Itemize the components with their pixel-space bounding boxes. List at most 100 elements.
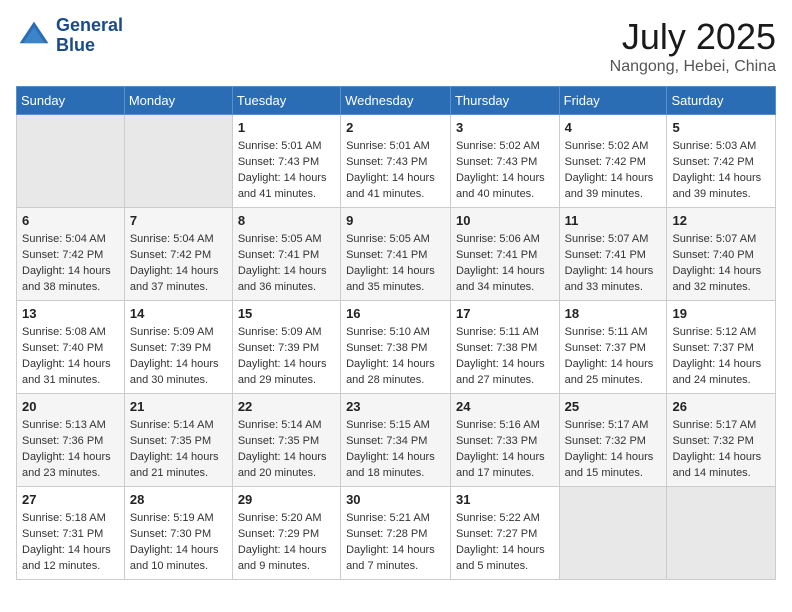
day-number: 30 [346, 491, 445, 509]
weekday-header-wednesday: Wednesday [341, 87, 451, 115]
calendar-day: 31 Sunrise: 5:22 AMSunset: 7:27 PMDayligh… [450, 486, 559, 579]
day-info: Sunrise: 5:22 AMSunset: 7:27 PMDaylight:… [456, 512, 545, 572]
calendar-day: 15Sunrise: 5:09 AMSunset: 7:39 PMDayligh… [232, 300, 340, 393]
calendar-week-3: 13 Sunrise: 5:08 AMSunset: 7:40 PMDayligh… [17, 300, 776, 393]
calendar-day: 24 Sunrise: 5:16 AMSunset: 7:33 PMDayligh… [450, 393, 559, 486]
day-info: Sunrise: 5:19 AMSunset: 7:30 PMDaylight:… [130, 512, 219, 572]
day-number: 6 [22, 212, 119, 230]
logo-line2: Blue [56, 36, 123, 56]
day-number: 18 [565, 305, 662, 323]
calendar-day: 25 Sunrise: 5:17 AMSunset: 7:32 PMDayligh… [559, 393, 667, 486]
calendar-day: 3Sunrise: 5:02 AMSunset: 7:43 PMDaylight… [450, 115, 559, 208]
day-info: Sunrise: 5:05 AMSunset: 7:41 PMDaylight:… [346, 233, 435, 293]
day-number: 27 [22, 491, 119, 509]
logo-line1: General [56, 16, 123, 36]
calendar-day: 13 Sunrise: 5:08 AMSunset: 7:40 PMDayligh… [17, 300, 125, 393]
calendar-day: 11 Sunrise: 5:07 AMSunset: 7:41 PMDayligh… [559, 207, 667, 300]
calendar-day: 18Sunrise: 5:11 AMSunset: 7:37 PMDayligh… [559, 300, 667, 393]
calendar-day: 9 Sunrise: 5:05 AMSunset: 7:41 PMDaylight… [341, 207, 451, 300]
day-info: Sunrise: 5:02 AMSunset: 7:42 PMDaylight:… [565, 140, 654, 200]
day-number: 7 [130, 212, 227, 230]
calendar-day: 26 Sunrise: 5:17 AMSunset: 7:32 PMDayligh… [667, 393, 776, 486]
month-title: July 2025 [610, 16, 776, 58]
weekday-header-tuesday: Tuesday [232, 87, 340, 115]
weekday-header-monday: Monday [124, 87, 232, 115]
day-info: Sunrise: 5:17 AMSunset: 7:32 PMDaylight:… [672, 419, 761, 479]
calendar-body: 1 Sunrise: 5:01 AMSunset: 7:43 PMDaylight… [17, 115, 776, 580]
day-info: Sunrise: 5:21 AMSunset: 7:28 PMDaylight:… [346, 512, 435, 572]
day-info: Sunrise: 5:11 AMSunset: 7:38 PMDaylight:… [456, 326, 545, 386]
calendar-day: 19 Sunrise: 5:12 AMSunset: 7:37 PMDayligh… [667, 300, 776, 393]
calendar-day: 29 Sunrise: 5:20 AMSunset: 7:29 PMDayligh… [232, 486, 340, 579]
calendar-week-5: 27 Sunrise: 5:18 AMSunset: 7:31 PMDayligh… [17, 486, 776, 579]
calendar-day: 8 Sunrise: 5:05 AMSunset: 7:41 PMDaylight… [232, 207, 340, 300]
calendar-day: 22Sunrise: 5:14 AMSunset: 7:35 PMDayligh… [232, 393, 340, 486]
day-info: Sunrise: 5:04 AMSunset: 7:42 PMDaylight:… [130, 233, 219, 293]
day-number: 11 [565, 212, 662, 230]
calendar-week-1: 1 Sunrise: 5:01 AMSunset: 7:43 PMDaylight… [17, 115, 776, 208]
day-info: Sunrise: 5:14 AMSunset: 7:35 PMDaylight:… [130, 419, 219, 479]
location-title: Nangong, Hebei, China [610, 58, 776, 76]
day-number: 28 [130, 491, 227, 509]
day-number: 25 [565, 398, 662, 416]
day-number: 31 [456, 491, 554, 509]
calendar-day: 28 Sunrise: 5:19 AMSunset: 7:30 PMDayligh… [124, 486, 232, 579]
calendar-day [559, 486, 667, 579]
day-number: 24 [456, 398, 554, 416]
day-info: Sunrise: 5:07 AMSunset: 7:41 PMDaylight:… [565, 233, 654, 293]
day-number: 14 [130, 305, 227, 323]
calendar-table: SundayMondayTuesdayWednesdayThursdayFrid… [16, 86, 776, 580]
day-number: 3 [456, 119, 554, 137]
day-info: Sunrise: 5:06 AMSunset: 7:41 PMDaylight:… [456, 233, 545, 293]
page-header: General Blue July 2025 Nangong, Hebei, C… [16, 16, 776, 76]
calendar-day: 16Sunrise: 5:10 AMSunset: 7:38 PMDayligh… [341, 300, 451, 393]
calendar-day: 23 Sunrise: 5:15 AMSunset: 7:34 PMDayligh… [341, 393, 451, 486]
weekday-header-friday: Friday [559, 87, 667, 115]
day-number: 29 [238, 491, 335, 509]
day-info: Sunrise: 5:15 AMSunset: 7:34 PMDaylight:… [346, 419, 435, 479]
calendar-week-2: 6 Sunrise: 5:04 AMSunset: 7:42 PMDaylight… [17, 207, 776, 300]
day-info: Sunrise: 5:20 AMSunset: 7:29 PMDaylight:… [238, 512, 327, 572]
day-number: 23 [346, 398, 445, 416]
day-info: Sunrise: 5:16 AMSunset: 7:33 PMDaylight:… [456, 419, 545, 479]
day-info: Sunrise: 5:14 AMSunset: 7:35 PMDaylight:… [238, 419, 327, 479]
calendar-day: 6 Sunrise: 5:04 AMSunset: 7:42 PMDaylight… [17, 207, 125, 300]
day-info: Sunrise: 5:08 AMSunset: 7:40 PMDaylight:… [22, 326, 111, 386]
day-number: 17 [456, 305, 554, 323]
day-info: Sunrise: 5:03 AMSunset: 7:42 PMDaylight:… [672, 140, 761, 200]
calendar-day [17, 115, 125, 208]
day-number: 8 [238, 212, 335, 230]
day-info: Sunrise: 5:12 AMSunset: 7:37 PMDaylight:… [672, 326, 761, 386]
day-number: 1 [238, 119, 335, 137]
weekday-row: SundayMondayTuesdayWednesdayThursdayFrid… [17, 87, 776, 115]
logo: General Blue [16, 16, 123, 56]
calendar-day [124, 115, 232, 208]
day-info: Sunrise: 5:05 AMSunset: 7:41 PMDaylight:… [238, 233, 327, 293]
day-number: 12 [672, 212, 770, 230]
day-info: Sunrise: 5:04 AMSunset: 7:42 PMDaylight:… [22, 233, 111, 293]
title-block: July 2025 Nangong, Hebei, China [610, 16, 776, 76]
calendar-week-4: 20Sunrise: 5:13 AMSunset: 7:36 PMDayligh… [17, 393, 776, 486]
calendar-day: 2Sunrise: 5:01 AMSunset: 7:43 PMDaylight… [341, 115, 451, 208]
calendar-day: 21Sunrise: 5:14 AMSunset: 7:35 PMDayligh… [124, 393, 232, 486]
day-number: 13 [22, 305, 119, 323]
day-number: 9 [346, 212, 445, 230]
day-number: 26 [672, 398, 770, 416]
weekday-header-thursday: Thursday [450, 87, 559, 115]
calendar-day: 12Sunrise: 5:07 AMSunset: 7:40 PMDayligh… [667, 207, 776, 300]
day-number: 2 [346, 119, 445, 137]
day-info: Sunrise: 5:18 AMSunset: 7:31 PMDaylight:… [22, 512, 111, 572]
day-info: Sunrise: 5:17 AMSunset: 7:32 PMDaylight:… [565, 419, 654, 479]
day-info: Sunrise: 5:01 AMSunset: 7:43 PMDaylight:… [238, 140, 327, 200]
day-info: Sunrise: 5:10 AMSunset: 7:38 PMDaylight:… [346, 326, 435, 386]
calendar-day: 17 Sunrise: 5:11 AMSunset: 7:38 PMDayligh… [450, 300, 559, 393]
day-number: 19 [672, 305, 770, 323]
calendar-day: 7 Sunrise: 5:04 AMSunset: 7:42 PMDaylight… [124, 207, 232, 300]
day-number: 15 [238, 305, 335, 323]
calendar-day: 20Sunrise: 5:13 AMSunset: 7:36 PMDayligh… [17, 393, 125, 486]
day-number: 5 [672, 119, 770, 137]
calendar-day: 27 Sunrise: 5:18 AMSunset: 7:31 PMDayligh… [17, 486, 125, 579]
logo-icon [16, 18, 52, 54]
calendar-day: 5 Sunrise: 5:03 AMSunset: 7:42 PMDaylight… [667, 115, 776, 208]
calendar-day: 10Sunrise: 5:06 AMSunset: 7:41 PMDayligh… [450, 207, 559, 300]
